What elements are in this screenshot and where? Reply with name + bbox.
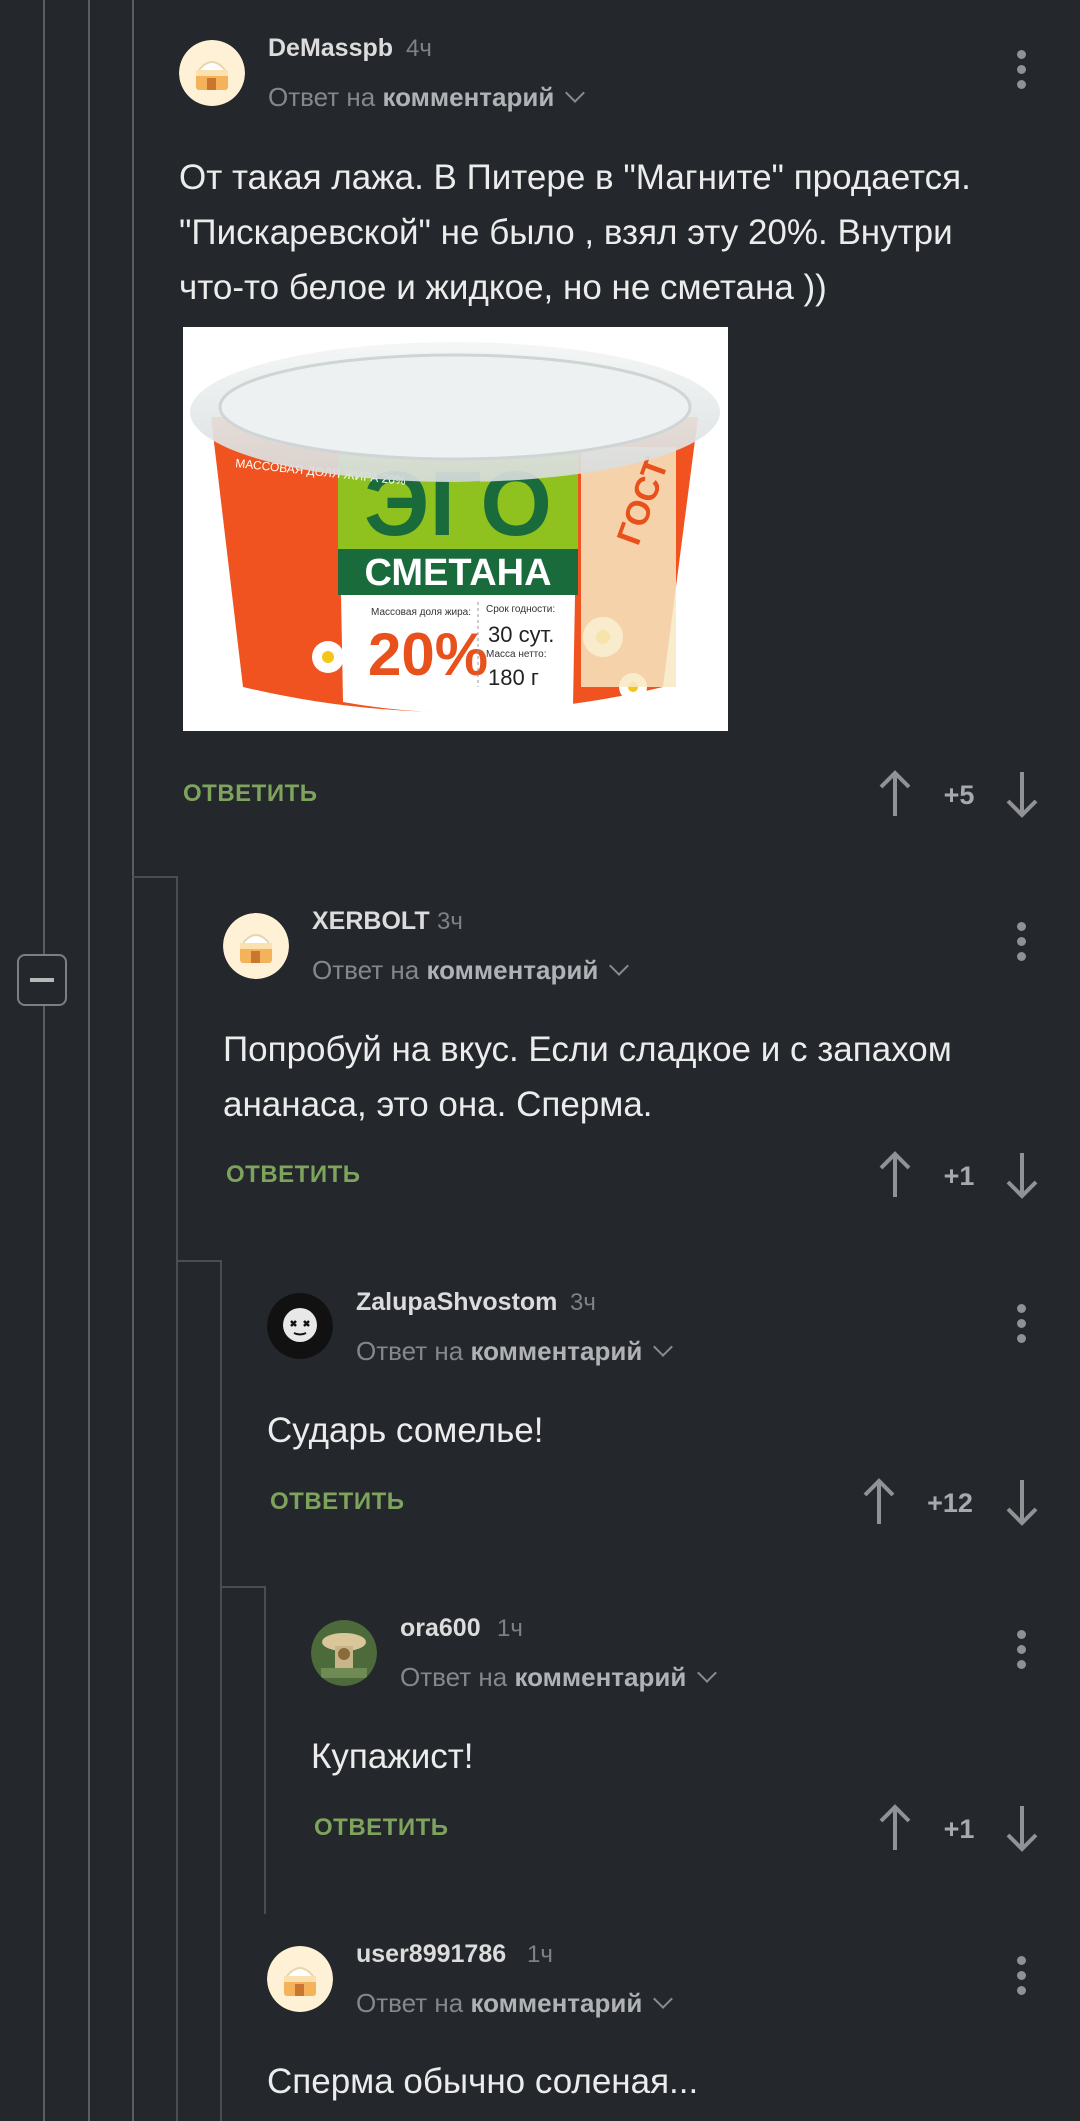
upvote-icon[interactable] — [877, 1151, 913, 1199]
comment-text: Купажист! — [311, 1729, 1051, 1784]
rating-value: +1 — [943, 1161, 975, 1191]
comment-time: 1ч — [497, 1615, 523, 1642]
more-options-icon[interactable] — [1015, 1630, 1027, 1674]
shelf-value-text: 30 сут. — [488, 622, 554, 647]
more-options-icon[interactable] — [1015, 1304, 1027, 1348]
comment-text-line: ананаса, это она. Сперма. — [223, 1085, 653, 1124]
reply-button[interactable]: ОТВЕТИТЬ — [226, 1161, 361, 1189]
cake-avatar[interactable] — [267, 1946, 333, 2012]
reply-target: комментарий — [470, 1988, 643, 2018]
comment-time: 4ч — [406, 35, 432, 62]
thread-line-level-1 — [176, 876, 178, 1262]
thread-line-level-1b — [176, 1262, 178, 2121]
upvote-icon[interactable] — [861, 1478, 897, 1526]
mass-value-text: 180 г — [488, 665, 539, 690]
thread-line-outer-2 — [88, 0, 90, 2121]
upvote-icon[interactable] — [877, 770, 913, 818]
comment-text-line: что-то белое и жидкое, но не сметана )) — [179, 268, 827, 307]
downvote-icon[interactable] — [1004, 1151, 1040, 1199]
reply-to-link[interactable]: Ответ на комментарий — [268, 82, 586, 113]
comment-text: Сперма обычно соленая... — [267, 2054, 1047, 2109]
thread-branch-level-3 — [220, 1586, 266, 1588]
reply-to-link[interactable]: Ответ на комментарий — [312, 955, 630, 986]
more-options-icon[interactable] — [1015, 922, 1027, 966]
reply-target: комментарий — [514, 1662, 687, 1692]
shelf-label-text: Срок годности: — [486, 604, 555, 615]
comment-text: Сударь сомелье! — [267, 1403, 1047, 1458]
product-name-text: СМЕТАНА — [364, 552, 551, 594]
rating-value: +1 — [943, 1814, 975, 1844]
downvote-icon[interactable] — [1004, 770, 1040, 818]
rating-value: +5 — [943, 780, 975, 810]
more-options-icon[interactable] — [1015, 1956, 1027, 2000]
comment-author[interactable]: DeMasspb — [268, 34, 393, 63]
reply-prefix: Ответ на — [312, 955, 420, 985]
thread-line-outer-3 — [132, 0, 134, 2121]
reply-prefix: Ответ на — [356, 1988, 464, 2018]
more-options-icon[interactable] — [1015, 50, 1027, 94]
reply-prefix: Ответ на — [400, 1662, 508, 1692]
thread-line-level-3 — [264, 1586, 266, 1914]
reply-target: комментарий — [426, 955, 599, 985]
comment-time: 3ч — [570, 1289, 596, 1316]
chevron-down-icon — [653, 1337, 674, 1357]
cake-avatar[interactable] — [223, 913, 289, 979]
downvote-icon[interactable] — [1004, 1478, 1040, 1526]
comment-image[interactable]: ЭГО СМЕТАНА Массовая доля жира: 20% Срок… — [183, 327, 728, 731]
reply-prefix: Ответ на — [356, 1336, 464, 1366]
photo-avatar[interactable] — [311, 1620, 377, 1686]
thread-line-level-2b — [220, 1586, 222, 2121]
comment-time: 1ч — [527, 1941, 553, 1968]
reply-prefix: Ответ на — [268, 82, 376, 112]
comment-text-line: "Пискаревской" не было , взял эту 20%. В… — [179, 213, 953, 252]
cake-avatar[interactable] — [179, 40, 245, 106]
skull-avatar[interactable] — [267, 1293, 333, 1359]
comment-time: 3ч — [437, 908, 463, 935]
comment-author[interactable]: ora600 — [400, 1614, 481, 1643]
reply-button[interactable]: ОТВЕТИТЬ — [183, 780, 318, 808]
rating-value: +12 — [927, 1488, 973, 1518]
thread-line-outer-1 — [43, 0, 45, 2121]
chevron-down-icon — [609, 956, 630, 976]
reply-target: комментарий — [382, 82, 555, 112]
comment-author[interactable]: ZalupaShvostom — [356, 1288, 557, 1317]
comment-text-line: Попробуй на вкус. Если сладкое и с запах… — [223, 1030, 952, 1069]
comment-text: От такая лажа. В Питере в "Магните" прод… — [179, 150, 1059, 315]
thread-line-level-2 — [220, 1260, 222, 1586]
fat-value-text: 20% — [368, 621, 488, 688]
chevron-down-icon — [565, 83, 586, 103]
reply-to-link[interactable]: Ответ на комментарий — [356, 1988, 674, 2019]
thread-branch-level-2 — [176, 1260, 222, 1262]
comment-author[interactable]: XERBOLT — [312, 907, 430, 936]
downvote-icon[interactable] — [1004, 1804, 1040, 1852]
comment-text-line: От такая лажа. В Питере в "Магните" прод… — [179, 158, 971, 197]
reply-button[interactable]: ОТВЕТИТЬ — [270, 1488, 405, 1516]
comment-text-line: Купажист! — [311, 1737, 474, 1776]
comment-text: Попробуй на вкус. Если сладкое и с запах… — [223, 1022, 1063, 1132]
chevron-down-icon — [653, 1989, 674, 2009]
collapse-thread-button[interactable] — [17, 954, 67, 1006]
fat-label-text: Массовая доля жира: — [371, 607, 471, 618]
reply-target: комментарий — [470, 1336, 643, 1366]
comment-text-line: Сперма обычно соленая... — [267, 2062, 699, 2101]
reply-to-link[interactable]: Ответ на комментарий — [400, 1662, 718, 1693]
chevron-down-icon — [697, 1663, 718, 1683]
reply-button[interactable]: ОТВЕТИТЬ — [314, 1814, 449, 1842]
thread-branch-level-1 — [132, 876, 178, 878]
comment-text-line: Сударь сомелье! — [267, 1411, 544, 1450]
mass-label-text: Масса нетто: — [486, 649, 546, 660]
reply-to-link[interactable]: Ответ на комментарий — [356, 1336, 674, 1367]
upvote-icon[interactable] — [877, 1804, 913, 1852]
comment-author[interactable]: user8991786 — [356, 1940, 506, 1969]
